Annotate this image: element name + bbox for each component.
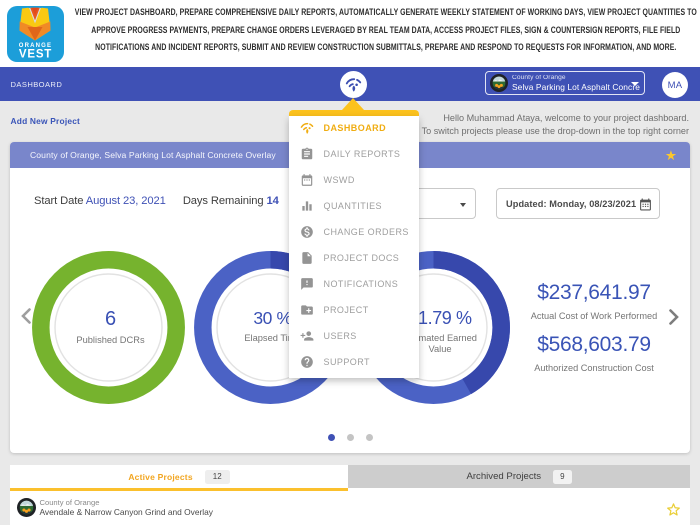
svg-text:VEST: VEST <box>19 49 52 61</box>
